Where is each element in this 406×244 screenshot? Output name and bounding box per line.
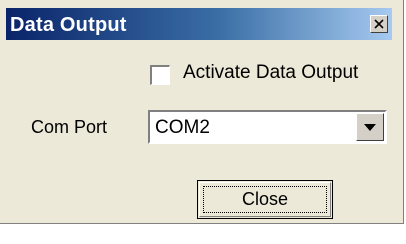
- window-title: Data Output: [10, 14, 127, 36]
- com-port-value: COM2: [155, 117, 210, 138]
- title-close-button[interactable]: [370, 15, 388, 33]
- close-button-label: Close: [241, 189, 289, 209]
- com-port-label: Com Port: [31, 117, 108, 137]
- chevron-down-icon: [364, 124, 376, 131]
- com-port-select[interactable]: COM2: [148, 110, 387, 144]
- com-port-dropdown-button[interactable]: [356, 113, 384, 141]
- activate-data-output-checkbox[interactable]: [150, 65, 170, 85]
- close-icon: [374, 19, 384, 29]
- title-bar[interactable]: Data Output: [6, 8, 392, 40]
- activate-data-output-label[interactable]: Activate Data Output: [183, 62, 358, 84]
- data-output-dialog: Data Output Activate Data Output Com Por…: [0, 0, 404, 224]
- close-button[interactable]: Close: [197, 180, 333, 219]
